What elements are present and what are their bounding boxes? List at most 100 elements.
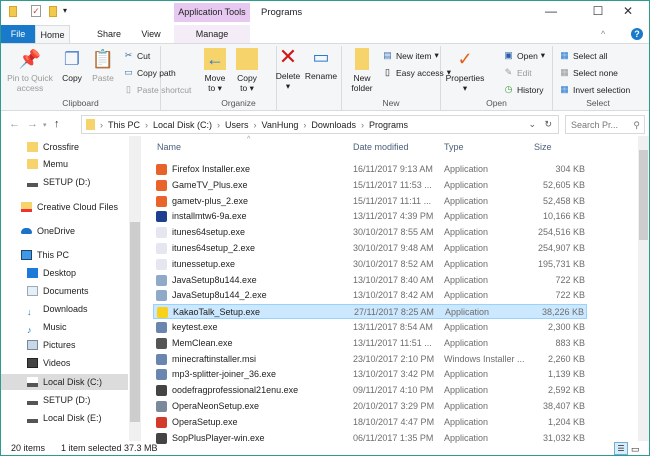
- search-input[interactable]: Search Pr... ⚲: [565, 115, 645, 134]
- move-to-button[interactable]: ← Move to ▾: [201, 48, 229, 93]
- forward-button[interactable]: →: [27, 118, 38, 130]
- sidebar-item[interactable]: Local Disk (E:): [1, 410, 128, 426]
- open-button[interactable]: ▣ Open ▾: [503, 50, 545, 61]
- sidebar-item[interactable]: This PC: [1, 247, 128, 263]
- file-row[interactable]: GameTV_Plus.exe 15/11/2017 11:53 ... Appli…: [153, 178, 587, 193]
- breadcrumb-separator[interactable]: ›: [303, 120, 306, 130]
- delete-button[interactable]: ✕ Delete ▾: [273, 46, 303, 92]
- file-row[interactable]: itunessetup.exe 30/10/2017 8:52 AM Applica…: [153, 257, 587, 272]
- videos-icon: [27, 358, 38, 368]
- breadcrumb-item[interactable]: Programs: [369, 120, 408, 130]
- breadcrumb-separator[interactable]: ›: [145, 120, 148, 130]
- file-row[interactable]: JavaSetup8u144.exe 13/10/2017 8:40 AM Appl…: [153, 273, 587, 288]
- breadcrumb-separator[interactable]: ›: [254, 120, 257, 130]
- sidebar-item[interactable]: SETUP (D:): [1, 174, 128, 190]
- pin-to-quick-access-button[interactable]: 📌 Pin to Quick access: [5, 48, 55, 93]
- new-folder-button[interactable]: New folder: [346, 48, 378, 93]
- file-row[interactable]: KakaoTalk_Setup.exe 27/11/2017 8:25 AM App…: [153, 304, 587, 320]
- properties-button[interactable]: ✓ Properties ▾: [445, 48, 485, 93]
- select-none-button[interactable]: ▦ Select none: [559, 67, 618, 78]
- sidebar-item[interactable]: OneDrive: [1, 223, 128, 239]
- sidebar-item[interactable]: Videos: [1, 355, 128, 371]
- drive-icon: [27, 377, 38, 387]
- sidebar-item-label: Music: [43, 322, 67, 332]
- sidebar-item[interactable]: Memu: [1, 156, 128, 172]
- help-icon[interactable]: ?: [631, 28, 643, 40]
- file-row[interactable]: itunes64setup_2.exe 30/10/2017 9:48 AM App…: [153, 241, 587, 256]
- collapse-ribbon-icon[interactable]: ^: [601, 29, 605, 39]
- file-row[interactable]: minecraftinstaller.msi 23/10/2017 2:10 PM…: [153, 352, 587, 367]
- copy-to-button[interactable]: Copy to ▾: [233, 48, 261, 93]
- sidebar-item[interactable]: Crossfire: [1, 139, 128, 155]
- copy-icon: ❐: [63, 49, 81, 69]
- navigation-scrollbar[interactable]: [129, 136, 141, 441]
- tab-home[interactable]: Home: [35, 25, 70, 43]
- scrollbar-thumb[interactable]: [639, 150, 648, 240]
- sidebar-item[interactable]: Documents: [1, 283, 128, 299]
- breadcrumb-item[interactable]: Local Disk (C:): [153, 120, 212, 130]
- up-button[interactable]: ↑: [54, 118, 60, 130]
- refresh-icon[interactable]: ↻: [544, 119, 552, 130]
- file-row[interactable]: oodefragprofessional21enu.exe 09/11/2017 …: [153, 383, 587, 398]
- file-row[interactable]: mp3-splitter-joiner_36.exe 13/10/2017 3:4…: [153, 367, 587, 382]
- tab-view[interactable]: View: [131, 25, 171, 43]
- column-header-type[interactable]: Type: [444, 142, 464, 152]
- sidebar-item[interactable]: Desktop: [1, 265, 128, 281]
- recent-locations-icon[interactable]: ▾: [43, 121, 47, 129]
- file-row[interactable]: Firefox Installer.exe 16/11/2017 9:13 AM A…: [153, 162, 587, 177]
- properties-quick-icon[interactable]: ✓: [31, 5, 41, 17]
- cut-button[interactable]: ✂ Cut: [123, 50, 151, 61]
- history-button[interactable]: ◷ History: [503, 84, 544, 95]
- sidebar-item[interactable]: ↓ Downloads: [1, 301, 128, 317]
- breadcrumb-item[interactable]: Users: [225, 120, 249, 130]
- sidebar-item[interactable]: Creative Cloud Files: [1, 199, 128, 215]
- file-row[interactable]: OperaNeonSetup.exe 20/10/2017 3:29 PM Appl…: [153, 399, 587, 414]
- new-item-button[interactable]: ▤ New item ▾: [382, 50, 438, 61]
- address-dropdown-icon[interactable]: ⌄: [528, 119, 536, 130]
- file-list-scrollbar[interactable]: [638, 136, 649, 441]
- address-bar[interactable]: › This PC › Local Disk (C:) › Users › VanHung › D…: [81, 115, 559, 134]
- file-row[interactable]: JavaSetup8u144_2.exe 13/10/2017 8:42 AM Ap…: [153, 288, 587, 303]
- close-button[interactable]: ✕: [613, 4, 643, 18]
- breadcrumb-item[interactable]: Downloads: [311, 120, 356, 130]
- downloads-icon: ↓: [27, 307, 32, 317]
- large-icons-view-button[interactable]: ▭: [631, 442, 640, 455]
- minimize-button[interactable]: —: [536, 4, 566, 18]
- breadcrumb-separator[interactable]: ›: [217, 120, 220, 130]
- column-header-date-modified[interactable]: Date modified: [353, 142, 409, 152]
- file-row[interactable]: installmtw6-9a.exe 13/11/2017 4:39 PM Appl…: [153, 209, 587, 224]
- edit-button[interactable]: ✎ Edit: [503, 67, 532, 78]
- new-folder-quick-icon[interactable]: [49, 6, 57, 17]
- file-type: Application: [444, 416, 489, 427]
- file-row[interactable]: OperaSetup.exe 18/10/2017 4:47 PM Applicat…: [153, 415, 587, 430]
- tab-manage[interactable]: Manage: [174, 25, 250, 43]
- sidebar-item[interactable]: Pictures: [1, 337, 128, 353]
- sidebar-item[interactable]: ♪ Music: [1, 319, 128, 335]
- invert-selection-button[interactable]: ▦ Invert selection: [559, 84, 630, 95]
- scrollbar-thumb[interactable]: [130, 222, 140, 422]
- back-button[interactable]: ←: [9, 118, 20, 130]
- column-header-name[interactable]: Name: [157, 142, 181, 152]
- breadcrumb-item[interactable]: VanHung: [262, 120, 299, 130]
- copy-button[interactable]: ❐ Copy: [59, 48, 85, 83]
- tab-file[interactable]: File: [1, 25, 35, 43]
- file-row[interactable]: itunes64setup.exe 30/10/2017 8:55 AM Appli…: [153, 225, 587, 240]
- file-size: 304 KB: [555, 164, 585, 174]
- breadcrumb-item[interactable]: This PC: [108, 120, 140, 130]
- file-row[interactable]: gametv-plus_2.exe 15/11/2017 11:11 ... App…: [153, 194, 587, 209]
- file-row[interactable]: MemClean.exe 13/11/2017 11:51 ... Applicat…: [153, 336, 587, 351]
- sidebar-item[interactable]: Local Disk (C:): [1, 374, 128, 390]
- paste-button[interactable]: 📋 Paste: [89, 48, 117, 83]
- details-view-button[interactable]: ☰: [614, 442, 628, 455]
- customize-quick-access-icon[interactable]: ▾: [63, 6, 67, 15]
- maximize-button[interactable]: ☐: [583, 4, 613, 18]
- tab-share[interactable]: Share: [89, 25, 129, 43]
- breadcrumb-separator[interactable]: ›: [361, 120, 364, 130]
- column-header-size[interactable]: Size: [534, 142, 552, 152]
- organize-group: ← Move to ▾ Copy to ▾ Organize: [161, 46, 277, 110]
- select-all-button[interactable]: ▦ Select all: [559, 50, 607, 61]
- sidebar-item[interactable]: SETUP (D:): [1, 392, 128, 408]
- file-row[interactable]: keytest.exe 13/11/2017 8:54 AM Application…: [153, 320, 587, 335]
- breadcrumb-separator[interactable]: ›: [100, 120, 103, 130]
- rename-button[interactable]: ▭ Rename: [304, 46, 338, 81]
